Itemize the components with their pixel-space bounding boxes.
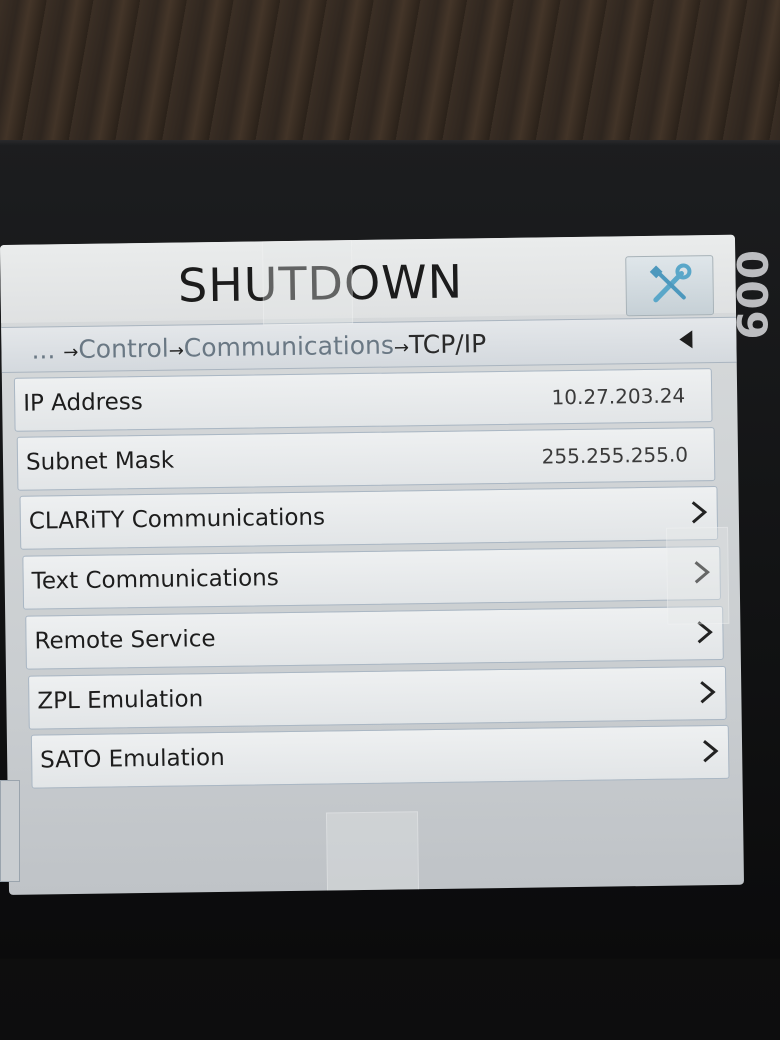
breadcrumb-separator: → bbox=[168, 340, 185, 362]
menu-item-zpl-emulation[interactable]: ZPL Emulation bbox=[28, 665, 727, 730]
breadcrumb-separator: → bbox=[63, 341, 79, 364]
chevron-right-icon bbox=[691, 501, 708, 524]
background-surface bbox=[0, 0, 780, 150]
subnet-mask-label: Subnet Mask bbox=[25, 447, 175, 476]
menu-item-text-communications[interactable]: Text Communications bbox=[22, 545, 722, 610]
wrench-screwdriver-icon bbox=[649, 263, 692, 303]
menu-item-sato-emulation[interactable]: SATO Emulation bbox=[30, 724, 730, 789]
menu-item-remote-service[interactable]: Remote Service bbox=[25, 605, 724, 670]
screen-header: SHUTDOWN bbox=[0, 234, 737, 323]
tools-button[interactable] bbox=[625, 255, 715, 317]
breadcrumb-item-tcpip: TCP/IP bbox=[408, 329, 487, 360]
menu-item-label: SATO Emulation bbox=[40, 744, 225, 774]
tape-strip bbox=[666, 526, 730, 625]
menu-item-clarity-communications[interactable]: CLARiTY Communications bbox=[19, 486, 719, 550]
breadcrumb-item-communications[interactable]: Communications bbox=[184, 331, 394, 363]
menu-item-label: ZPL Emulation bbox=[37, 686, 204, 715]
breadcrumb-ellipsis[interactable]: ... bbox=[31, 335, 55, 364]
menu-item-label: CLARiTY Communications bbox=[28, 504, 326, 535]
tape-strip bbox=[261, 240, 354, 326]
breadcrumb-separator: → bbox=[393, 337, 410, 359]
subnet-mask-row[interactable]: Subnet Mask 255.255.255.0 bbox=[16, 427, 716, 491]
device-brand-text: 009 bbox=[727, 250, 776, 341]
subnet-mask-value: 255.255.255.0 bbox=[541, 442, 689, 469]
tape-strip bbox=[325, 811, 420, 893]
menu-item-label: Remote Service bbox=[34, 626, 216, 655]
chevron-right-icon bbox=[700, 681, 716, 704]
ip-address-value: 10.27.203.24 bbox=[551, 383, 686, 410]
triangle-left-icon[interactable] bbox=[679, 330, 693, 349]
breadcrumb: ... →Control→Communications→TCP/IP bbox=[1, 316, 737, 373]
breadcrumb-trail: ... →Control→Communications→TCP/IP bbox=[31, 329, 486, 364]
breadcrumb-item-control[interactable]: Control bbox=[78, 334, 169, 364]
side-tab bbox=[0, 780, 20, 882]
photo-scene: 009 SHUTDOWN ... →Control→Communications… bbox=[0, 0, 780, 1040]
ip-address-label: IP Address bbox=[23, 389, 143, 417]
chevron-right-icon bbox=[703, 740, 719, 763]
touch-screen: SHUTDOWN ... →Control→Communications→TCP… bbox=[0, 234, 745, 895]
ip-address-row[interactable]: IP Address 10.27.203.24 bbox=[13, 368, 713, 432]
menu-item-label: Text Communications bbox=[31, 565, 279, 595]
